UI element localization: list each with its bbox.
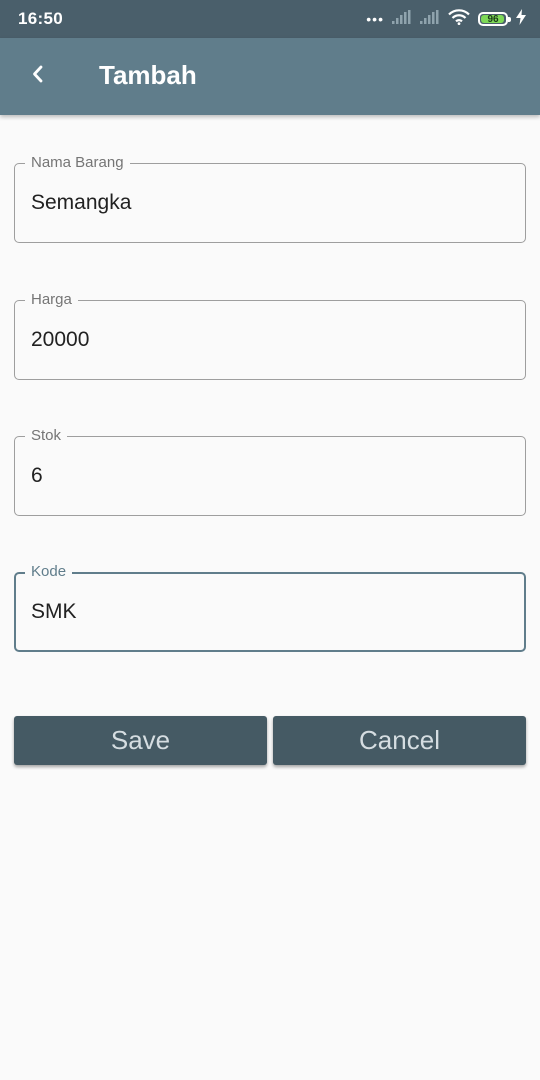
kode-label: Kode <box>25 562 73 582</box>
stok-field[interactable]: Stok 6 <box>14 426 526 516</box>
app-bar: Tambah <box>0 38 540 115</box>
status-icons: ••• 96 <box>366 8 526 30</box>
stok-value: 6 <box>31 464 43 487</box>
harga-value: 20000 <box>31 328 90 351</box>
more-dots-icon: ••• <box>366 11 384 27</box>
signal-2-icon <box>420 9 440 29</box>
battery-level: 96 <box>487 13 499 25</box>
status-time: 16:50 <box>18 9 63 28</box>
battery-icon: 96 <box>478 12 511 26</box>
nama-barang-value: Semangka <box>31 191 132 214</box>
back-chevron-icon <box>31 64 45 89</box>
nama-barang-label: Nama Barang <box>25 153 130 173</box>
page-title: Tambah <box>99 60 197 90</box>
back-button[interactable] <box>18 56 58 96</box>
kode-field[interactable]: Kode SMK <box>14 562 526 652</box>
kode-value: SMK <box>31 600 77 623</box>
nama-barang-field[interactable]: Nama Barang Semangka <box>14 153 526 243</box>
save-button[interactable]: Save <box>14 716 267 765</box>
signal-1-icon <box>392 9 412 29</box>
cancel-button[interactable]: Cancel <box>273 716 526 765</box>
harga-label: Harga <box>25 290 78 310</box>
battery-tip <box>508 17 511 22</box>
wifi-icon <box>448 8 470 30</box>
status-bar: 16:50 ••• 96 <box>0 0 540 38</box>
harga-field[interactable]: Harga 20000 <box>14 290 526 380</box>
charging-bolt-icon <box>516 8 526 30</box>
stok-label: Stok <box>25 426 68 446</box>
